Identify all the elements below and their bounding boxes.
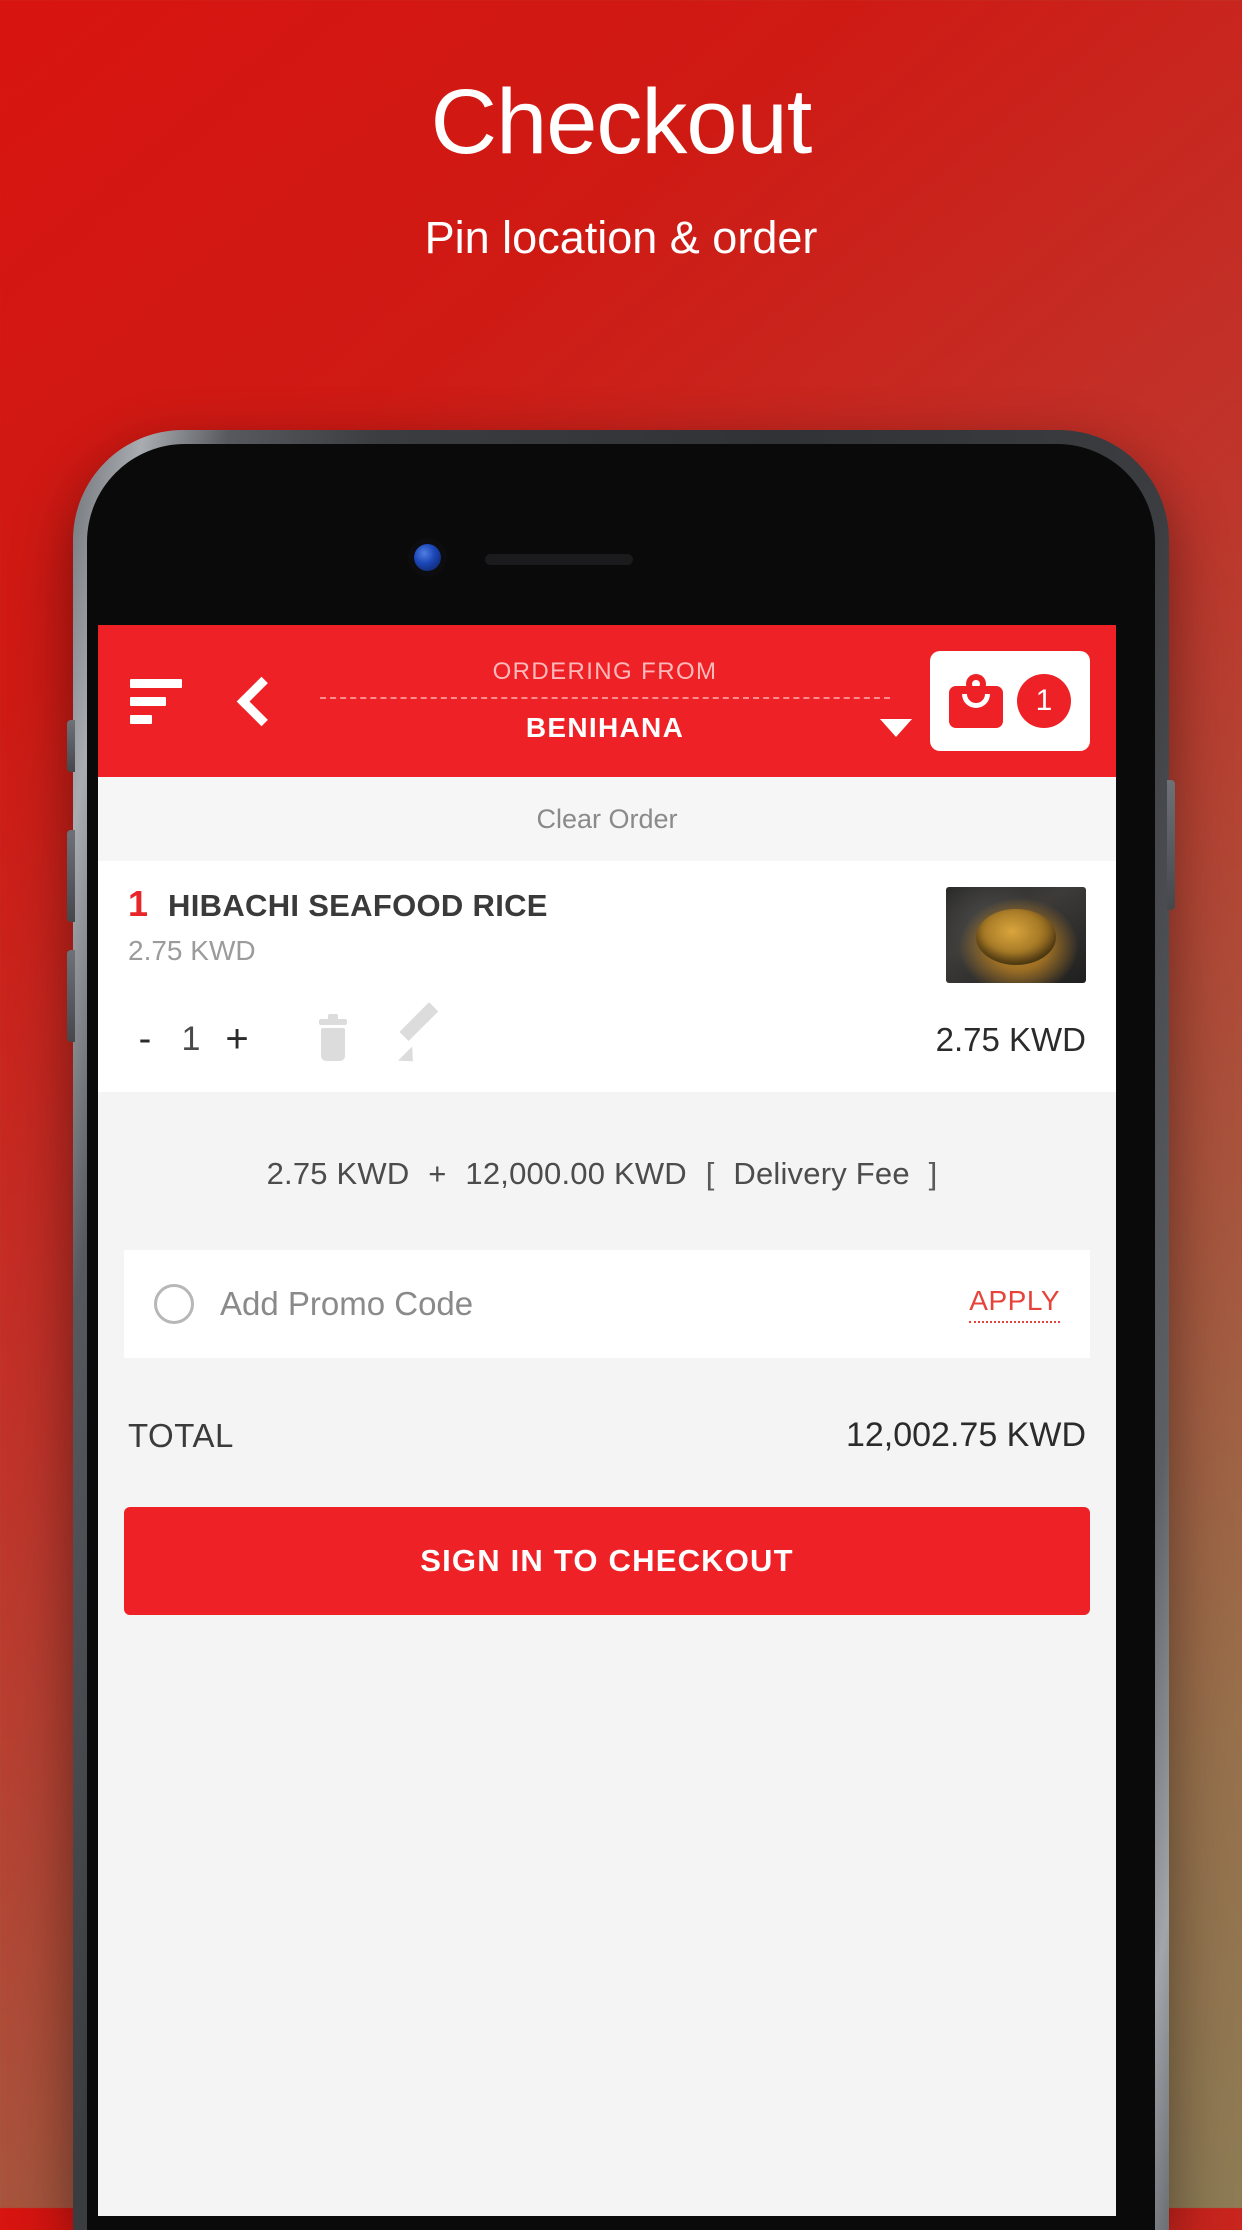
apply-promo-button[interactable]: APPLY: [969, 1285, 1060, 1323]
volume-up-button[interactable]: [67, 830, 75, 922]
app-bar: ORDERING FROM BENIHANA 1: [98, 625, 1116, 777]
order-item-name: HIBACHI SEAFOOD RICE: [168, 888, 548, 923]
total-value: 12,002.75 KWD: [845, 1416, 1086, 1454]
price-breakdown: 2.75 KWD + 12,000.00 KWD [ Delivery Fee …: [98, 1092, 1116, 1250]
total-label: TOTAL: [128, 1416, 234, 1454]
restaurant-row: BENIHANA: [286, 712, 924, 744]
pencil-shaft: [399, 1001, 439, 1041]
cart-button[interactable]: 1: [930, 651, 1090, 751]
breakdown-delivery-amount: 12,000.00 KWD: [465, 1156, 687, 1191]
order-item-title-row: 1 HIBACHI SEAFOOD RICE: [128, 883, 946, 925]
ordering-from-divider: [320, 697, 890, 699]
order-item-controls: - 1 + 2.75 KWD: [98, 983, 1116, 1092]
trash-lid: [319, 1013, 347, 1025]
shopping-bag-icon: [949, 674, 1003, 728]
order-item-line-total: 2.75 KWD: [935, 1020, 1086, 1058]
volume-down-button[interactable]: [67, 950, 75, 1042]
breakdown-operator: +: [428, 1156, 447, 1191]
trash-can: [321, 1027, 345, 1061]
price-breakdown-text: 2.75 KWD + 12,000.00 KWD [ Delivery Fee …: [98, 1156, 1116, 1192]
order-item-card: 1 HIBACHI SEAFOOD RICE 2.75 KWD - 1 + 2.…: [98, 861, 1116, 1092]
pencil-icon[interactable]: [398, 1001, 442, 1068]
front-camera-icon: [414, 544, 441, 571]
breakdown-bracket-open: [: [705, 1156, 715, 1191]
cart-count-badge: 1: [1017, 674, 1071, 728]
marketing-header: Checkout Pin location & order: [0, 0, 1242, 264]
order-item-thumbnail: [946, 887, 1086, 983]
screen-empty-area: [98, 1659, 1116, 2216]
silent-switch[interactable]: [67, 720, 75, 772]
app-screen: ORDERING FROM BENIHANA 1 Clear Order 1 H…: [98, 625, 1116, 2216]
restaurant-name: BENIHANA: [525, 712, 685, 743]
hamburger-line: [130, 714, 152, 724]
clear-order-bar: Clear Order: [98, 777, 1116, 861]
page-title: Checkout: [430, 71, 813, 173]
order-item-qty-badge: 1: [128, 883, 149, 924]
quantity-value: 1: [181, 1020, 201, 1058]
page-subtitle: Pin location & order: [424, 212, 818, 263]
total-row: TOTAL 12,002.75 KWD: [98, 1358, 1116, 1507]
hamburger-line: [130, 696, 166, 706]
hamburger-icon[interactable]: [130, 678, 186, 724]
promo-code-input[interactable]: Add Promo Code: [220, 1285, 969, 1323]
order-item-unit-price: 2.75 KWD: [128, 935, 256, 966]
promo-code-row: Add Promo Code APPLY: [124, 1250, 1090, 1358]
breakdown-subtotal: 2.75 KWD: [266, 1156, 410, 1191]
earpiece-speaker: [485, 554, 633, 565]
order-item-top: 1 HIBACHI SEAFOOD RICE 2.75 KWD: [98, 861, 1116, 983]
phone-mockup: ORDERING FROM BENIHANA 1 Clear Order 1 H…: [67, 430, 1175, 2230]
pencil-tip: [398, 1046, 420, 1068]
decrement-quantity-button[interactable]: -: [128, 1018, 162, 1061]
breakdown-bracket-close: ]: [928, 1156, 938, 1191]
order-item-info: 1 HIBACHI SEAFOOD RICE 2.75 KWD: [128, 883, 946, 983]
radio-circle-icon[interactable]: [154, 1284, 194, 1324]
clear-order-button[interactable]: Clear Order: [536, 804, 677, 835]
ordering-from-label: ORDERING FROM: [492, 658, 718, 685]
trash-icon[interactable]: [316, 1013, 350, 1061]
power-button[interactable]: [1167, 780, 1175, 910]
checkout-button-wrap: SIGN IN TO CHECKOUT: [98, 1507, 1116, 1659]
hamburger-line: [130, 678, 182, 688]
breakdown-delivery-label: Delivery Fee: [733, 1156, 910, 1191]
increment-quantity-button[interactable]: +: [220, 1017, 254, 1062]
back-chevron-icon[interactable]: [230, 678, 276, 724]
sign-in-to-checkout-button[interactable]: SIGN IN TO CHECKOUT: [124, 1507, 1090, 1615]
ordering-from-selector[interactable]: ORDERING FROM BENIHANA: [276, 658, 930, 744]
caret-down-icon[interactable]: [880, 719, 912, 737]
